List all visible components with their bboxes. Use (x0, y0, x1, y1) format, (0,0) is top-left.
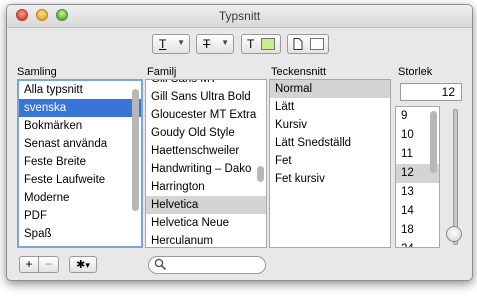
list-item[interactable]: 14 (396, 202, 439, 221)
list-item[interactable]: Feste Laufweite (19, 171, 141, 189)
strikethrough-button[interactable]: T ▼ (196, 34, 234, 54)
window-title: Typsnitt (218, 9, 261, 23)
underline-button[interactable]: T ▼ (152, 34, 190, 54)
scrollbar-thumb[interactable] (257, 166, 264, 182)
title-bar: Typsnitt (7, 5, 472, 28)
bottom-bar: + − ✱▾ (7, 250, 472, 280)
chevron-down-icon: ▾ (85, 260, 90, 270)
list-item[interactable]: Moderne (19, 189, 141, 207)
list-item[interactable]: Harrington (146, 178, 266, 196)
list-item[interactable]: Fet (270, 152, 390, 170)
list-item[interactable]: 13 (396, 183, 439, 202)
list-item[interactable]: Herculanum (146, 232, 266, 247)
document-icon (293, 38, 303, 53)
list-item[interactable]: Fet kursiv (270, 170, 390, 188)
action-menu-button[interactable]: ✱▾ (69, 256, 97, 273)
header-collection: Samling (17, 66, 57, 78)
gear-icon: ✱ (76, 259, 86, 271)
list-item[interactable]: Spaß (19, 225, 141, 243)
header-typeface: Teckensnitt (271, 66, 327, 78)
list-item[interactable]: Goudy Old Style (146, 124, 266, 142)
list-item[interactable]: Gill Sans Ultra Bold (146, 88, 266, 106)
list-item[interactable]: Handwriting – Dako (146, 160, 266, 178)
header-family: Familj (147, 66, 177, 78)
family-list[interactable]: Gill Sans MT Gill Sans Ultra Bold Glouce… (145, 79, 267, 248)
list-item[interactable]: Senast använda (19, 135, 141, 153)
search-icon (154, 258, 167, 271)
list-item[interactable]: Lätt Snedställd (270, 134, 390, 152)
document-color-swatch (310, 38, 324, 50)
document-color-button[interactable] (287, 34, 329, 54)
search-input[interactable] (148, 256, 266, 274)
list-item-selected[interactable]: svenska (19, 99, 141, 117)
typeface-list[interactable]: Normal Lätt Kursiv Lätt Snedställd Fet F… (269, 79, 391, 248)
list-item[interactable]: Helvetica Neue (146, 214, 266, 232)
add-collection-button[interactable]: + (19, 256, 39, 273)
chevron-down-icon: ▼ (221, 38, 229, 47)
size-slider-knob[interactable] (446, 226, 462, 242)
list-item[interactable]: Kursiv (270, 116, 390, 134)
fonts-window: Typsnitt T ▼ T ▼ T Samling Familj Tecken… (6, 4, 473, 281)
size-input[interactable]: 12 (400, 83, 462, 101)
underline-icon: T (159, 37, 167, 51)
collection-list[interactable]: Alla typsnitt svenska Bokmärken Senast a… (17, 79, 143, 248)
header-size: Storlek (398, 66, 433, 78)
list-item[interactable]: Feste Breite (19, 153, 141, 171)
list-item-selected[interactable]: Helvetica (146, 196, 266, 214)
list-item[interactable]: Haettenschweiler (146, 142, 266, 160)
list-item[interactable]: Lätt (270, 98, 390, 116)
list-item[interactable]: Gloucester MT Extra (146, 106, 266, 124)
toolbar: T ▼ T ▼ T (7, 28, 472, 64)
strikethrough-icon: T (203, 37, 211, 51)
list-item[interactable]: 18 (396, 221, 439, 240)
text-color-icon: T (247, 37, 255, 51)
scrollbar-thumb[interactable] (430, 111, 437, 173)
list-item[interactable]: PDF (19, 207, 141, 225)
chevron-down-icon: ▼ (177, 38, 185, 47)
text-color-swatch (261, 38, 275, 50)
list-item[interactable]: 24 (396, 240, 439, 247)
size-slider-track[interactable] (453, 109, 458, 245)
text-color-button[interactable]: T (241, 34, 281, 54)
scrollbar-thumb[interactable] (132, 89, 139, 211)
size-list[interactable]: 9 10 11 12 13 14 18 24 (395, 106, 440, 248)
list-item[interactable]: Gill Sans MT (146, 80, 266, 88)
remove-collection-button[interactable]: − (39, 256, 59, 273)
list-item[interactable]: Alla typsnitt (19, 81, 141, 99)
list-item[interactable]: Bokmärken (19, 117, 141, 135)
list-item-selected[interactable]: Normal (270, 80, 390, 98)
